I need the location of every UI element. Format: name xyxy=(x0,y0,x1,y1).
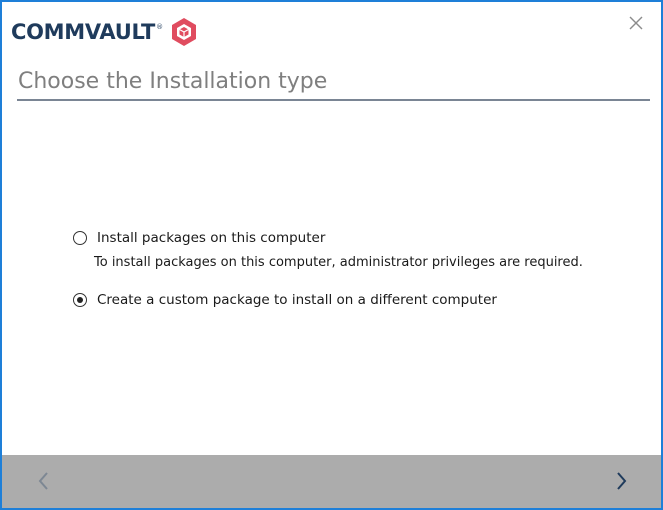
install-packages-label[interactable]: Install packages on this computer xyxy=(97,230,325,246)
page-title: Choose the Installation type xyxy=(18,69,328,94)
close-icon[interactable] xyxy=(625,12,647,34)
title-divider xyxy=(17,99,650,101)
installer-window: COMMVAULT ® Choose the Installation type… xyxy=(0,0,663,510)
logo-trademark: ® xyxy=(156,23,164,31)
install-packages-radio[interactable] xyxy=(73,231,87,245)
create-custom-package-label[interactable]: Create a custom package to install on a … xyxy=(97,292,497,308)
install-packages-description: To install packages on this computer, ad… xyxy=(94,255,583,270)
commvault-logo: COMMVAULT ® xyxy=(11,16,199,48)
option-create-custom-package[interactable]: Create a custom package to install on a … xyxy=(73,290,583,310)
chevron-left-icon[interactable] xyxy=(32,468,56,494)
chevron-right-icon[interactable] xyxy=(609,468,633,494)
logo-text: COMMVAULT xyxy=(11,19,156,44)
create-custom-package-radio[interactable] xyxy=(73,293,87,307)
commvault-cube-icon xyxy=(172,18,197,46)
navigation-footer xyxy=(2,455,661,508)
option-install-packages[interactable]: Install packages on this computer xyxy=(73,228,583,248)
installation-type-options: Install packages on this computer To ins… xyxy=(73,228,583,310)
